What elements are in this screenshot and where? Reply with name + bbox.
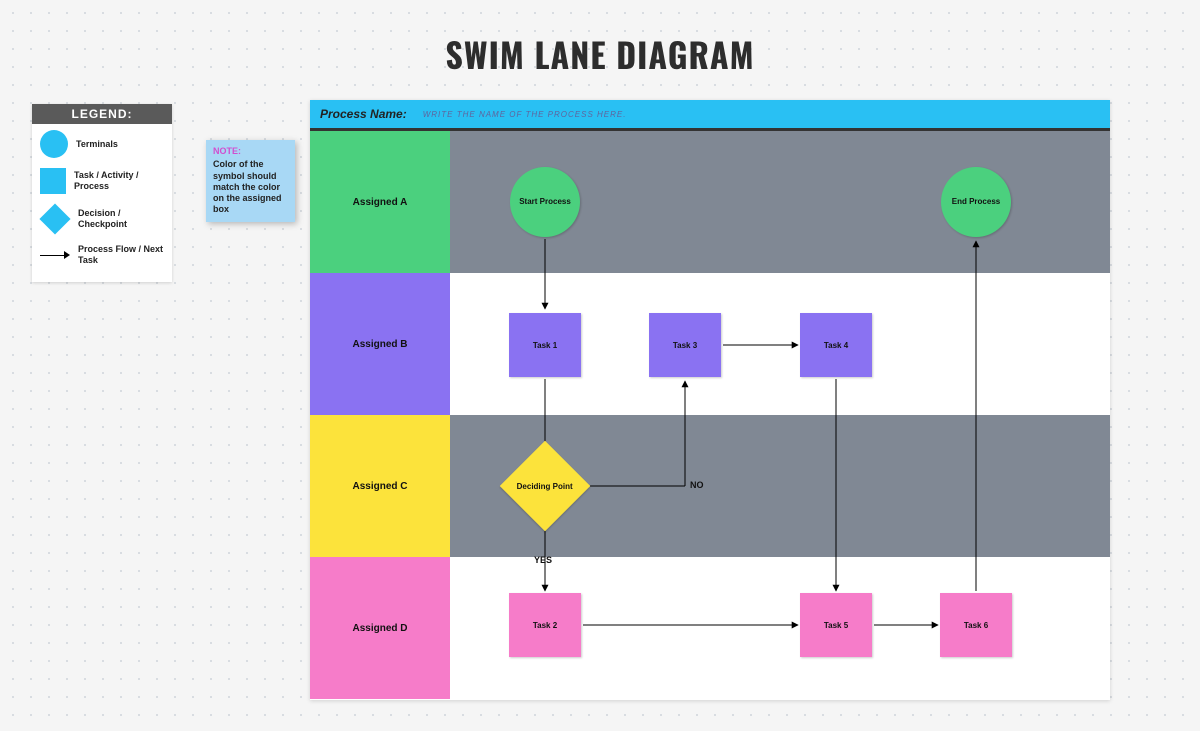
terminal-icon bbox=[40, 130, 68, 158]
legend: LEGEND: Terminals Task / Activity / Proc… bbox=[32, 104, 172, 282]
lane-d-header: Assigned D bbox=[310, 557, 450, 699]
lane-b-header: Assigned B bbox=[310, 273, 450, 415]
legend-row-task: Task / Activity / Process bbox=[40, 168, 164, 194]
legend-row-decision: Decision / Checkpoint bbox=[40, 204, 164, 234]
arrow-icon bbox=[40, 245, 70, 265]
start-terminal[interactable]: Start Process bbox=[510, 167, 580, 237]
task-1[interactable]: Task 1 bbox=[509, 313, 581, 377]
lane-a-header: Assigned A bbox=[310, 131, 450, 273]
task-3[interactable]: Task 3 bbox=[649, 313, 721, 377]
lane-c: Assigned C bbox=[310, 415, 1110, 557]
legend-label-flow: Process Flow / Next Task bbox=[78, 244, 164, 266]
task-5[interactable]: Task 5 bbox=[800, 593, 872, 657]
legend-header: LEGEND: bbox=[32, 104, 172, 124]
swimlanes: Assigned A Assigned B Assigned C Assigne… bbox=[310, 131, 1110, 700]
note-body: Color of the symbol should match the col… bbox=[213, 159, 288, 215]
legend-label-decision: Decision / Checkpoint bbox=[78, 208, 164, 230]
label-yes: YES bbox=[534, 555, 552, 565]
process-name-label: Process Name: bbox=[320, 107, 407, 121]
label-no: NO bbox=[690, 480, 704, 490]
task-2[interactable]: Task 2 bbox=[509, 593, 581, 657]
swimlane-board: Process Name: WRITE THE NAME OF THE PROC… bbox=[310, 100, 1110, 700]
task-4[interactable]: Task 4 bbox=[800, 313, 872, 377]
decision-icon bbox=[39, 203, 70, 234]
task-icon bbox=[40, 168, 66, 194]
legend-row-flow: Process Flow / Next Task bbox=[40, 244, 164, 266]
end-terminal[interactable]: End Process bbox=[941, 167, 1011, 237]
process-name-bar: Process Name: WRITE THE NAME OF THE PROC… bbox=[310, 100, 1110, 128]
diagram-title: SWIM LANE DIAGRAM bbox=[0, 28, 1200, 79]
note-box: NOTE: Color of the symbol should match t… bbox=[206, 140, 295, 222]
lane-c-header: Assigned C bbox=[310, 415, 450, 557]
legend-row-terminals: Terminals bbox=[40, 130, 164, 158]
legend-label-terminals: Terminals bbox=[76, 139, 118, 150]
note-title: NOTE: bbox=[213, 146, 288, 157]
process-name-hint: WRITE THE NAME OF THE PROCESS HERE. bbox=[423, 110, 627, 119]
task-6[interactable]: Task 6 bbox=[940, 593, 1012, 657]
legend-label-task: Task / Activity / Process bbox=[74, 170, 164, 192]
